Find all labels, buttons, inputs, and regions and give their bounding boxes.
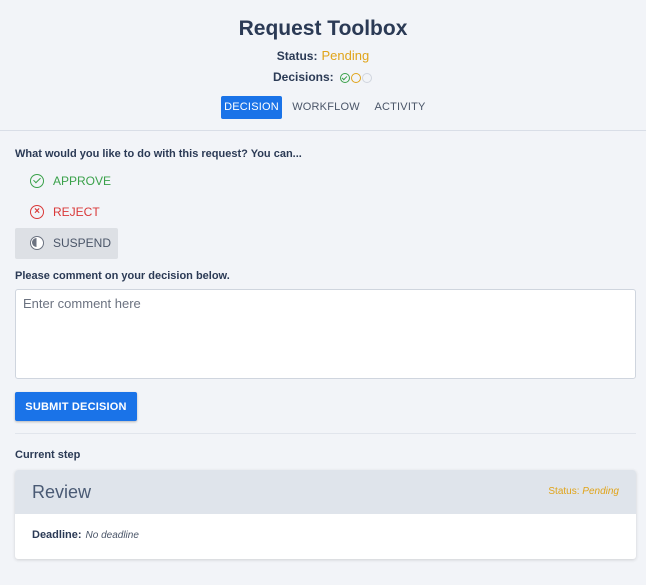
tab-activity[interactable]: ACTIVITY [371, 96, 429, 119]
approve-label: APPROVE [53, 174, 112, 188]
pie-clock-icon [30, 235, 44, 250]
step-status-label: Status: [548, 486, 580, 497]
pending-decision-icon [351, 72, 362, 83]
reject-option[interactable]: × REJECT [15, 197, 100, 228]
decisions-summary: Decisions: [0, 69, 646, 84]
current-step-card: Review Status: Pending Deadline: No deadl… [15, 470, 636, 559]
deadline-value: No deadline [85, 530, 139, 541]
decision-indicators [340, 70, 373, 84]
decision-question: What would you like to do with this requ… [15, 148, 302, 160]
decisions-label: Decisions: [272, 69, 334, 84]
submit-decision-button[interactable]: SUBMIT DECISION [15, 392, 137, 421]
tab-workflow[interactable]: WORKFLOW [291, 96, 361, 119]
approve-option[interactable]: APPROVE [15, 166, 111, 197]
step-deadline: Deadline: No deadline [32, 529, 139, 541]
step-card-header: Review Status: Pending [15, 470, 636, 514]
page-title: Request Toolbox [238, 17, 408, 40]
comment-label: Please comment on your decision below. [15, 270, 230, 282]
reject-label: REJECT [53, 205, 100, 219]
step-status-value: Pending [582, 486, 619, 497]
status-label: Status: [276, 49, 318, 63]
current-step-label: Current step [15, 449, 81, 461]
deadline-label: Deadline: [32, 529, 82, 541]
tab-decision[interactable]: DECISION [221, 96, 282, 119]
comment-input[interactable] [15, 289, 636, 379]
suspend-option[interactable]: SUSPEND [15, 228, 118, 259]
step-status: Status: Pending [548, 486, 619, 497]
step-name: Review [32, 482, 92, 502]
section-divider [15, 433, 636, 434]
request-status: Status: Pending [0, 48, 646, 63]
x-circle-icon: × [30, 204, 44, 219]
status-value: Pending [321, 48, 370, 63]
check-circle-icon [30, 173, 44, 188]
toolbox-header: Request Toolbox Status: Pending Decisions… [0, 0, 646, 131]
approved-decision-icon [340, 72, 351, 83]
suspend-label: SUSPEND [53, 236, 112, 250]
empty-decision-icon [362, 72, 373, 83]
